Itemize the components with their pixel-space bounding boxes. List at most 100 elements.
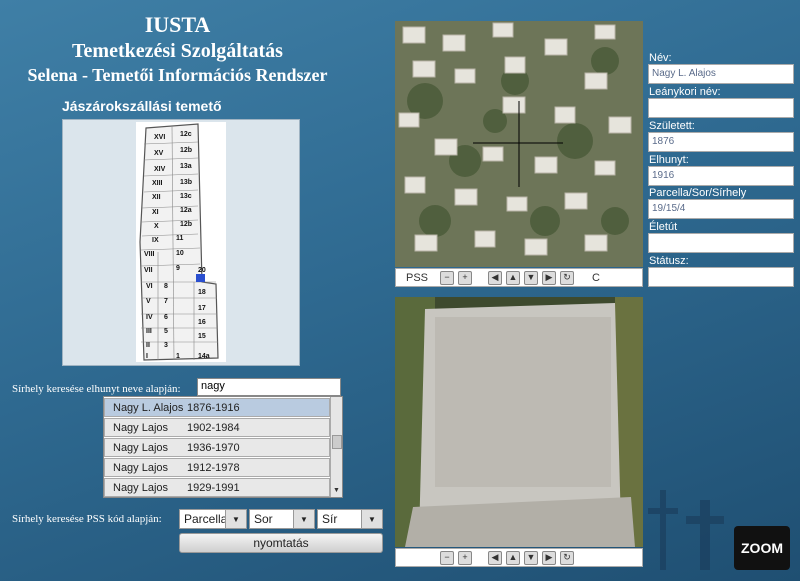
result-name: Nagy Lajos — [113, 481, 169, 494]
pan-left-icon[interactable]: ◀ — [488, 550, 502, 565]
svg-text:1: 1 — [176, 353, 180, 360]
sor-value: Sor — [254, 512, 273, 526]
svg-text:5: 5 — [164, 328, 168, 335]
name-label: Név: — [649, 52, 672, 64]
result-name: Nagy L. Alajos — [113, 401, 184, 414]
svg-text:8: 8 — [164, 283, 168, 290]
svg-text:3: 3 — [164, 342, 168, 349]
svg-text:14a: 14a — [198, 353, 210, 360]
list-item[interactable]: Nagy Lajos 1936-1970 — [104, 438, 330, 457]
tombstone-photo[interactable] — [395, 297, 643, 547]
name-field[interactable]: Nagy L. Alajos — [648, 64, 794, 84]
svg-text:7: 7 — [164, 298, 168, 305]
result-years: 1902-1984 — [187, 421, 240, 434]
pan-right-icon[interactable]: ▶ — [542, 550, 556, 565]
scroll-down-icon[interactable]: ▼ — [332, 487, 341, 496]
app-system-name: Selena - Temetői Információs Rendszer — [27, 65, 328, 85]
zoom-in-icon[interactable]: + — [458, 270, 473, 285]
print-button[interactable]: nyomtatás — [179, 533, 383, 553]
result-name: Nagy Lajos — [113, 461, 169, 474]
svg-text:XII: XII — [152, 194, 161, 201]
cemetery-map-plan: XVI 12c XV 12b XIV 13a XIII 13b XII 13c XI 12a… — [136, 122, 226, 362]
reset-icon[interactable]: ↻ — [560, 270, 575, 285]
result-years: 1929-1991 — [187, 481, 240, 494]
svg-text:12b: 12b — [180, 221, 192, 228]
sor-select[interactable]: Sor ▼ — [249, 509, 315, 529]
svg-text:13c: 13c — [180, 193, 192, 200]
cemetery-map[interactable]: XVI 12c XV 12b XIV 13a XIII 13b XII 13c XI 12a… — [62, 119, 300, 366]
pss-label: PSS — [406, 271, 429, 284]
svg-text:12b: 12b — [180, 147, 192, 154]
born-field[interactable]: 1876 — [648, 132, 794, 152]
biography-field[interactable] — [648, 233, 794, 253]
search-name-input[interactable]: nagy — [197, 378, 341, 396]
born-label: Született: — [649, 120, 695, 132]
zoom-logo: ZOOM — [734, 526, 790, 570]
svg-text:13b: 13b — [180, 179, 192, 186]
svg-text:10: 10 — [176, 250, 184, 257]
svg-text:15: 15 — [198, 333, 206, 340]
zoom-out-icon[interactable]: − — [440, 270, 455, 285]
svg-text:12c: 12c — [180, 131, 192, 138]
svg-text:9: 9 — [176, 265, 180, 272]
sir-select[interactable]: Sír ▼ — [317, 509, 383, 529]
cemetery-name: Jászárokszállási temető — [62, 98, 222, 114]
aerial-photo[interactable] — [395, 21, 643, 267]
list-item[interactable]: Nagy Lajos 1902-1984 — [104, 418, 330, 437]
parcella-select[interactable]: Parcella ▼ — [179, 509, 247, 529]
search-pss-label: Sírhely keresése PSS kód alapján: — [12, 513, 162, 525]
svg-text:13a: 13a — [180, 163, 192, 170]
sir-value: Sír — [322, 512, 338, 526]
pan-down-icon[interactable]: ▼ — [524, 550, 538, 565]
result-years: 1876-1916 — [187, 401, 240, 414]
pan-up-icon[interactable]: ▲ — [506, 270, 521, 285]
result-years: 1912-1978 — [187, 461, 240, 474]
biography-label: Életút — [649, 221, 678, 233]
svg-text:16: 16 — [198, 319, 206, 326]
aerial-photo-image — [395, 21, 643, 267]
svg-text:VIII: VIII — [144, 251, 155, 258]
pan-right-icon[interactable]: ▶ — [542, 270, 557, 285]
svg-text:III: III — [146, 328, 152, 335]
pan-up-icon[interactable]: ▲ — [506, 550, 520, 565]
plot-field[interactable]: 19/15/4 — [648, 199, 794, 219]
search-name-label: Sírhely keresése elhunyt neve alapján: — [12, 383, 181, 395]
list-item[interactable]: Nagy L. Alajos 1876-1916 — [104, 398, 330, 417]
chevron-down-icon[interactable]: ▼ — [225, 510, 246, 528]
tombstone-photo-image — [395, 297, 643, 547]
c-label[interactable]: C — [592, 272, 600, 284]
result-years: 1936-1970 — [187, 441, 240, 454]
svg-text:VI: VI — [146, 283, 153, 290]
search-results-list[interactable]: Nagy L. Alajos 1876-1916 Nagy Lajos 1902… — [103, 396, 343, 498]
svg-text:V: V — [146, 298, 151, 305]
maiden-name-field[interactable] — [648, 98, 794, 118]
pan-down-icon[interactable]: ▼ — [524, 270, 539, 285]
list-item[interactable]: Nagy Lajos 1912-1978 — [104, 458, 330, 477]
zoom-out-icon[interactable]: − — [440, 550, 454, 565]
svg-text:12a: 12a — [180, 207, 192, 214]
svg-text:18: 18 — [198, 289, 206, 296]
svg-text:VII: VII — [144, 267, 153, 274]
svg-text:6: 6 — [164, 314, 168, 321]
parcella-value: Parcella — [184, 512, 228, 526]
svg-text:II: II — [146, 342, 150, 349]
pan-left-icon[interactable]: ◀ — [488, 270, 503, 285]
cemetery-map-svg: XVI 12c XV 12b XIV 13a XIII 13b XII 13c XI 12a… — [139, 123, 219, 361]
chevron-down-icon[interactable]: ▼ — [293, 510, 314, 528]
photo-toolbar: PSS − + ◀ ▲ ▼ ▶ ↻ C — [395, 268, 643, 287]
svg-text:11: 11 — [176, 235, 184, 242]
svg-text:X: X — [154, 223, 159, 230]
reset-icon[interactable]: ↻ — [560, 550, 574, 565]
plot-label: Parcella/Sor/Sírhely — [649, 187, 747, 199]
tombstone-toolbar: − + ◀ ▲ ▼ ▶ ↻ — [395, 548, 643, 567]
svg-text:I: I — [146, 353, 148, 360]
scrollbar-thumb[interactable] — [332, 435, 342, 449]
chevron-down-icon[interactable]: ▼ — [361, 510, 382, 528]
list-item[interactable]: Nagy Lajos 1929-1991 — [104, 478, 330, 497]
list-scrollbar[interactable]: ▼ — [330, 397, 342, 497]
died-field[interactable]: 1916 — [648, 166, 794, 186]
map-label-xvi: XVI — [154, 134, 165, 141]
result-name: Nagy Lajos — [113, 441, 169, 454]
status-field[interactable] — [648, 267, 794, 287]
zoom-in-icon[interactable]: + — [458, 550, 472, 565]
